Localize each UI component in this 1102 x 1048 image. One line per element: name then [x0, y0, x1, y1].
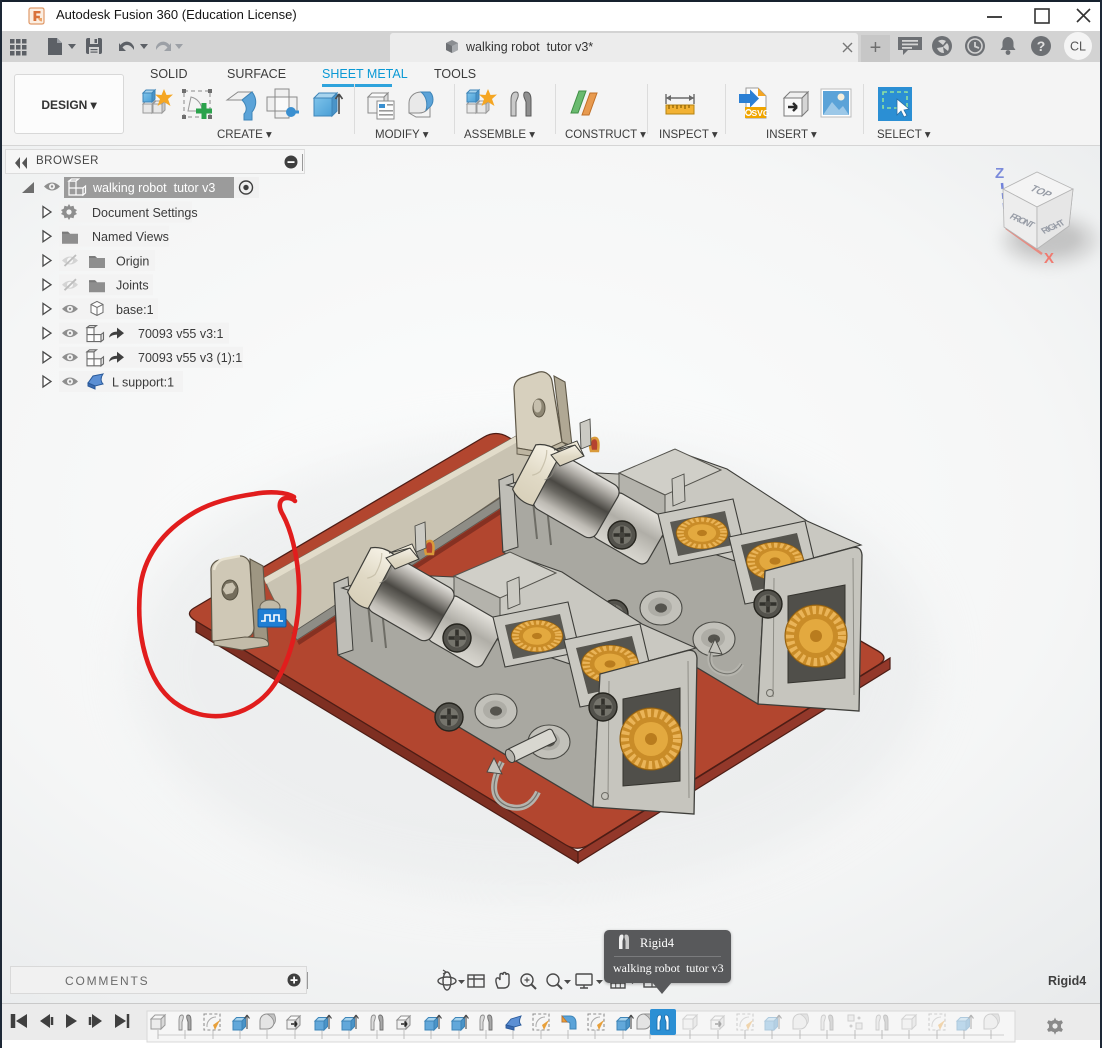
- svg-text:X: X: [1044, 250, 1054, 267]
- svg-text:Z: Z: [995, 165, 1004, 182]
- svg-text:?: ?: [1037, 38, 1046, 54]
- svg-text:Document Settings: Document Settings: [92, 206, 198, 220]
- svg-text:Joints: Joints: [116, 279, 149, 293]
- svg-text:base:1: base:1: [116, 303, 154, 317]
- svg-text:L support:1: L support:1: [112, 375, 174, 389]
- svg-text:70093 v55 v3:1: 70093 v55 v3:1: [138, 327, 224, 341]
- svg-text:Origin: Origin: [116, 254, 149, 268]
- svg-text:walking robot tutor v3: walking robot tutor v3: [92, 181, 215, 195]
- svg-text:SVG: SVG: [752, 108, 770, 118]
- svg-text:Named Views: Named Views: [92, 230, 169, 244]
- svg-text:70093 v55 v3 (1):1: 70093 v55 v3 (1):1: [138, 351, 242, 365]
- svg-text:CL: CL: [1070, 40, 1086, 54]
